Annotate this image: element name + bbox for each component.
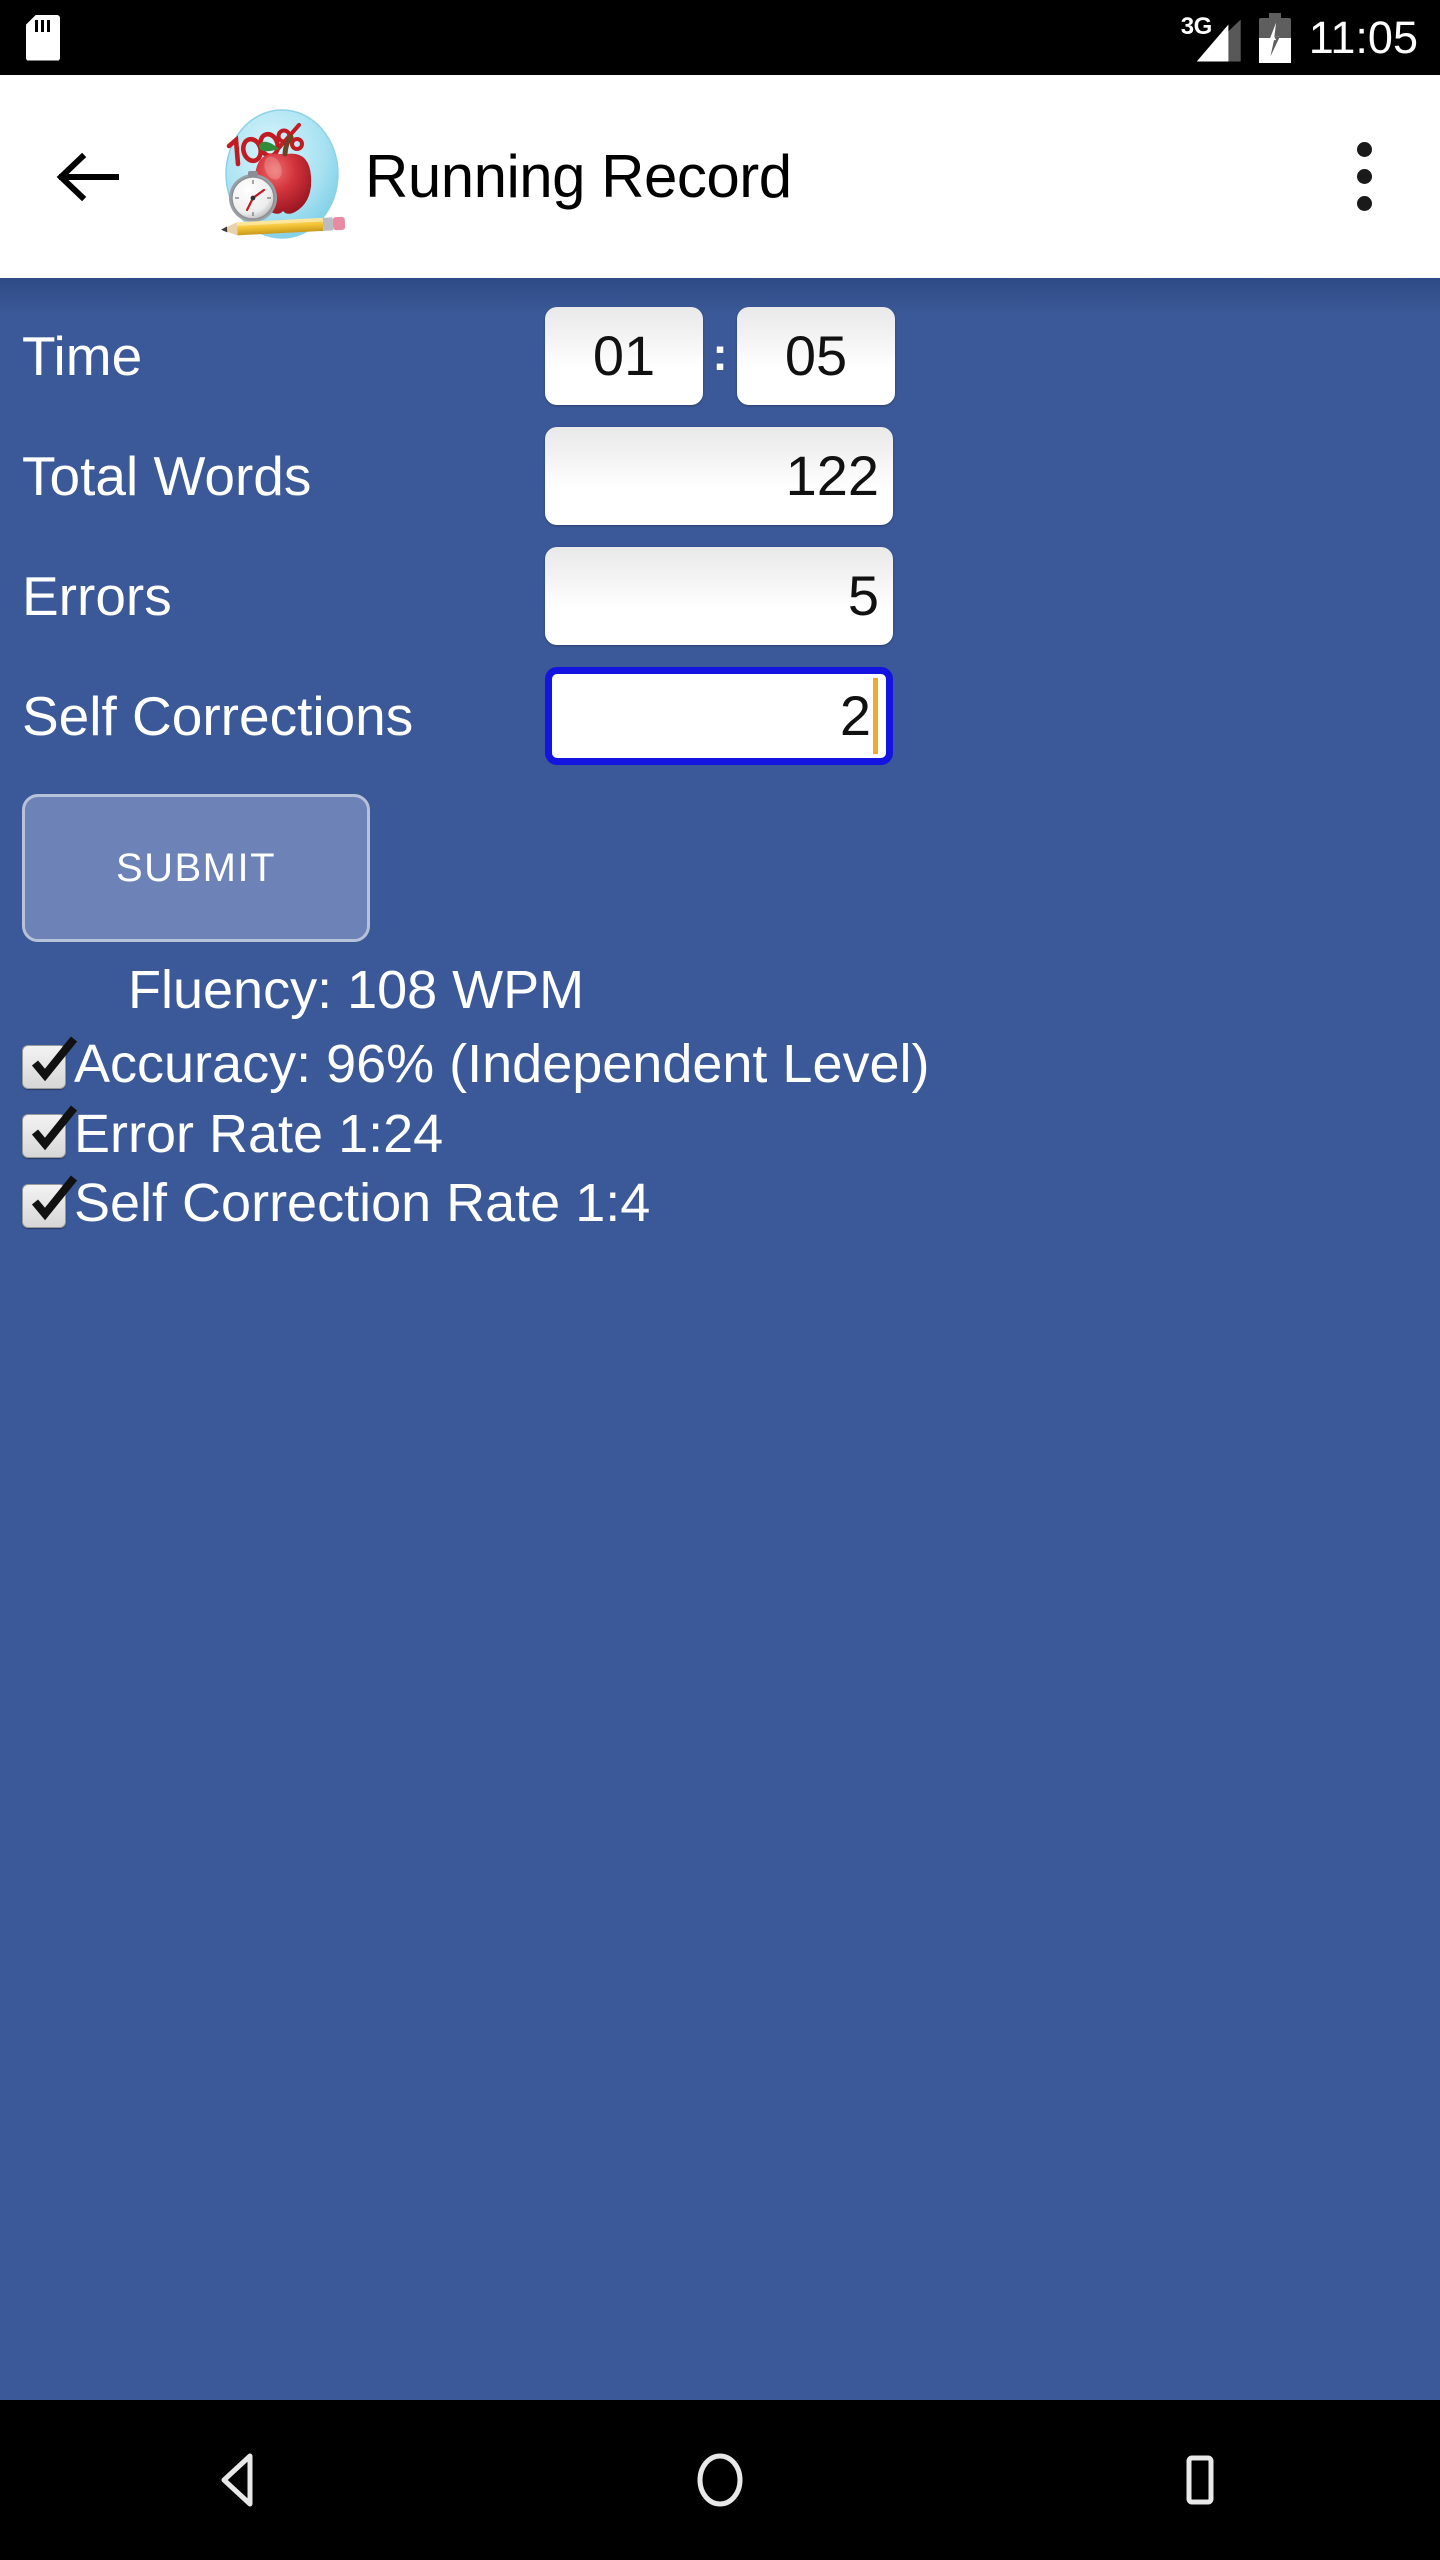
self-correction-rate-result-label: Self Correction Rate 1:4 (74, 1172, 651, 1233)
errors-field-group: 5 (545, 547, 893, 645)
errors-input[interactable]: 5 (545, 547, 893, 645)
form-row-time: Time 01 : 05 (0, 296, 1440, 416)
error-rate-result-label: Error Rate 1:24 (74, 1103, 444, 1164)
errors-label: Errors (22, 564, 172, 627)
text-cursor (873, 678, 878, 754)
signal-bars-icon: 3G (1181, 11, 1241, 65)
total-words-label: Total Words (22, 444, 312, 507)
accuracy-result-label: Accuracy: 96% (Independent Level) (74, 1034, 930, 1095)
submit-button-wrap: SUBMIT (0, 776, 1440, 942)
result-row-self-correction-rate: Self Correction Rate 1:4 (0, 1172, 1440, 1233)
submit-button[interactable]: SUBMIT (22, 794, 370, 942)
time-minutes-input[interactable]: 01 (545, 307, 703, 405)
status-bar-left (26, 14, 60, 61)
nav-back-triangle-icon[interactable] (150, 2400, 330, 2560)
time-field-group: 01 : 05 (545, 307, 895, 405)
nav-home-circle-icon[interactable] (630, 2400, 810, 2560)
android-navigation-bar (0, 2400, 1440, 2560)
fluency-result: Fluency: 108 WPM (128, 960, 585, 1020)
self-corrections-label: Self Corrections (22, 684, 414, 747)
time-seconds-input[interactable]: 05 (737, 307, 895, 405)
overflow-menu-icon[interactable] (1328, 117, 1400, 237)
self-corrections-field-group: 2 (545, 667, 893, 765)
total-words-input[interactable]: 122 (545, 427, 893, 525)
form-row-total-words: Total Words 122 (0, 416, 1440, 536)
result-row-accuracy: Accuracy: 96% (Independent Level) (0, 1034, 1440, 1095)
total-words-field-group: 122 (545, 427, 893, 525)
error-rate-checkbox[interactable] (22, 1105, 78, 1159)
self-corrections-input[interactable]: 2 (545, 667, 893, 765)
status-bar-right: 3G 11:05 (1181, 11, 1418, 65)
sd-card-icon (26, 14, 60, 61)
apple-stopwatch-pencil-100-percent-icon (207, 102, 357, 252)
nav-recents-square-icon[interactable] (1110, 2400, 1290, 2560)
self-correction-rate-checkbox[interactable] (22, 1175, 78, 1228)
app-bar: Running Record (0, 75, 1440, 278)
accuracy-checkbox[interactable] (22, 1036, 78, 1089)
time-label: Time (22, 324, 143, 387)
time-separator: : (712, 328, 728, 380)
battery-charging-icon (1258, 12, 1291, 63)
self-corrections-value: 2 (839, 684, 871, 747)
status-bar: 3G 11:05 (0, 0, 1440, 75)
page-title: Running Record (365, 143, 792, 210)
results-section: Fluency: 108 WPM Accuracy: 96% (Independ… (0, 942, 1440, 1233)
form-row-errors: Errors 5 (0, 536, 1440, 656)
form-row-self-corrections: Self Corrections 2 (0, 656, 1440, 776)
phone-screen: 3G 11:05 Running Record Time 01: 05 Tot… (0, 0, 1440, 2560)
back-arrow-icon[interactable] (52, 142, 122, 212)
status-bar-clock: 11:05 (1308, 12, 1418, 63)
result-row-error-rate: Error Rate 1:24 (0, 1103, 1440, 1164)
main-content: Time 01 : 05 Total Words 122 Errors 5 Se… (0, 278, 1440, 2400)
